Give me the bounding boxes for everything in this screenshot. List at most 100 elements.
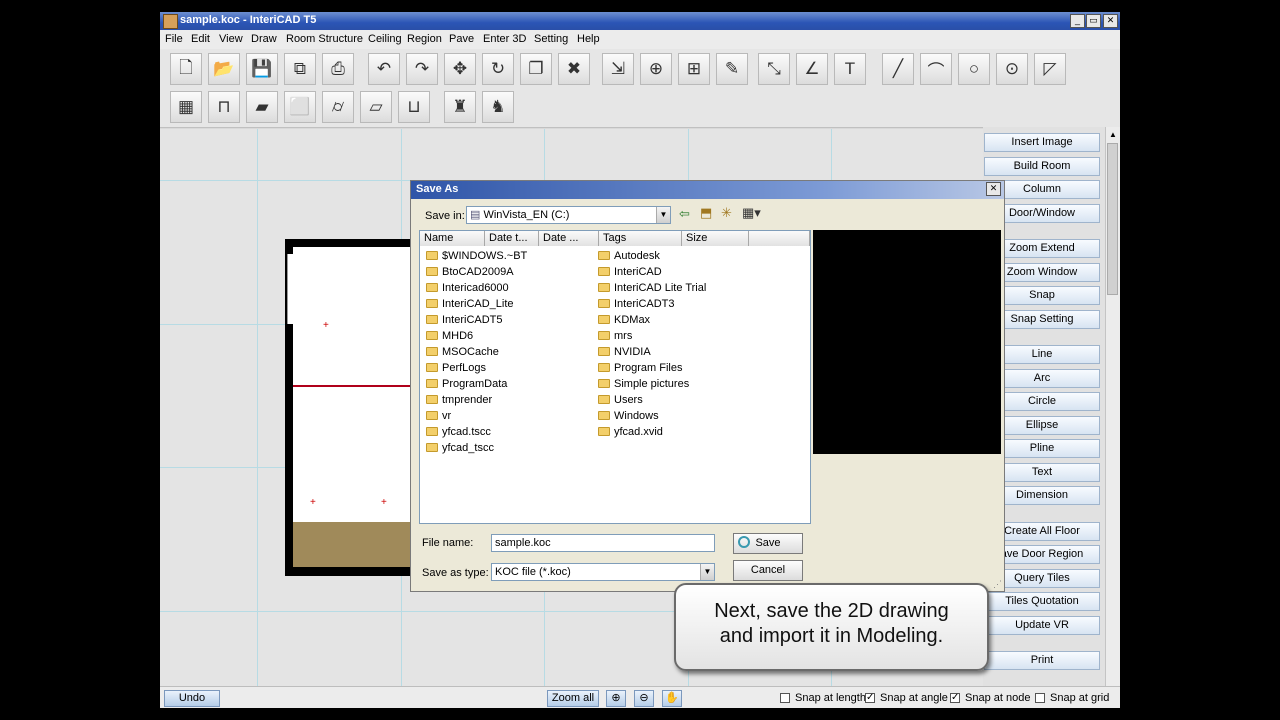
file-list-item[interactable]: Autodesk [598,248,706,264]
maximize-button[interactable]: ▭ [1086,14,1101,28]
column-header-tags[interactable]: Tags [599,231,682,246]
new-icon[interactable]: 🗋 [170,53,202,85]
menu-file[interactable]: File [165,33,183,45]
chevron-down-icon[interactable]: ▼ [656,207,670,223]
undo-icon[interactable]: ↶ [368,53,400,85]
circle-center-icon[interactable]: ⊙ [996,53,1028,85]
slab-icon[interactable]: ▰ [246,91,278,123]
file-list-item[interactable]: Users [598,392,706,408]
beam-icon[interactable]: ▱ [360,91,392,123]
menu-pave[interactable]: Pave [449,33,474,45]
measure-icon[interactable]: ⤡ [758,53,790,85]
menu-draw[interactable]: Draw [251,33,277,45]
right-panel-scrollbar[interactable]: ▲ [1105,127,1120,697]
save-icon[interactable]: 💾 [246,53,278,85]
delete-icon[interactable]: ✖ [558,53,590,85]
file-list-item[interactable]: BtoCAD2009A [426,264,527,280]
snap-checkbox-1[interactable] [780,693,790,703]
new-folder-icon[interactable]: ✳ [721,205,732,221]
import-icon[interactable]: ⇲ [602,53,634,85]
cylinder-icon[interactable]: ⌭ [322,91,354,123]
box-icon[interactable]: ⬜ [284,91,316,123]
floor-plan-room[interactable]: + + + [285,239,420,576]
panel-button-print[interactable]: Print [984,651,1100,670]
angle-icon[interactable]: ∠ [796,53,828,85]
print-icon[interactable]: ⎙ [322,53,354,85]
save-in-dropdown[interactable]: ▤ WinVista_EN (C:) ▼ [466,206,671,224]
file-list-item[interactable]: InteriCAD_Lite [426,296,527,312]
line-icon[interactable]: ╱ [882,53,914,85]
file-list[interactable]: Name Date t... Date ... Tags Size $WINDO… [419,230,811,524]
menu-ceiling[interactable]: Ceiling [368,33,402,45]
move-icon[interactable]: ✥ [444,53,476,85]
file-name-input[interactable]: sample.koc [491,534,715,552]
file-list-item[interactable]: Intericad6000 [426,280,527,296]
panel-button-update-vr[interactable]: Update VR [984,616,1100,635]
polyline-icon[interactable]: ◸ [1034,53,1066,85]
menu-help[interactable]: Help [577,33,600,45]
wall-icon[interactable]: ▦ [170,91,202,123]
file-list-item[interactable]: Windows [598,408,706,424]
menu-view[interactable]: View [219,33,243,45]
file-list-item[interactable]: MHD6 [426,328,527,344]
up-folder-icon[interactable]: ⬒ [700,205,712,221]
window-frame-icon[interactable]: ⊔ [398,91,430,123]
scroll-up-icon[interactable]: ▲ [1109,130,1117,139]
file-list-item[interactable]: InteriCADT5 [426,312,527,328]
file-list-item[interactable]: InteriCADT3 [598,296,706,312]
file-list-item[interactable]: yfcad_tscc [426,440,527,456]
doc-edit-icon[interactable]: ✎ [716,53,748,85]
panel-button-insert-image[interactable]: Insert Image [984,133,1100,152]
menu-edit[interactable]: Edit [191,33,210,45]
file-list-item[interactable]: InteriCAD Lite Trial [598,280,706,296]
dialog-close-button[interactable]: ✕ [986,182,1001,196]
close-button[interactable]: ✕ [1103,14,1118,28]
view-menu-icon[interactable]: ▦▾ [742,205,761,221]
column-header-name[interactable]: Name [420,231,485,246]
door-frame-icon[interactable]: ⊓ [208,91,240,123]
rotate-icon[interactable]: ↻ [482,53,514,85]
chair-icon[interactable]: ♞ [482,91,514,123]
arc-icon[interactable]: ⌒ [920,53,952,85]
menu-enter-3d[interactable]: Enter 3D [483,33,526,45]
file-list-item[interactable]: Simple pictures [598,376,706,392]
add-icon[interactable]: ⊕ [640,53,672,85]
panel-button-tiles-quotation[interactable]: Tiles Quotation [984,592,1100,611]
resize-grip-icon[interactable]: ⋰ [993,579,1002,590]
zoom-all-button[interactable]: Zoom all [547,690,599,707]
zoom-out-icon[interactable]: ⊖ [634,690,654,707]
file-list-item[interactable]: tmprender [426,392,527,408]
copy-window-icon[interactable]: ⧉ [284,53,316,85]
file-list-item[interactable]: $WINDOWS.~BT [426,248,527,264]
file-list-item[interactable]: yfcad.tscc [426,424,527,440]
file-list-item[interactable]: NVIDIA [598,344,706,360]
open-icon[interactable]: 📂 [208,53,240,85]
snap-checkbox-2[interactable]: ✓ [865,693,875,703]
column-header-date-taken[interactable]: Date t... [485,231,539,246]
chevron-down-icon[interactable]: ▼ [700,564,714,580]
file-list-item[interactable]: KDMax [598,312,706,328]
menu-setting[interactable]: Setting [534,33,568,45]
file-list-item[interactable]: mrs [598,328,706,344]
save-as-type-dropdown[interactable]: KOC file (*.koc) ▼ [491,563,715,581]
file-list-item[interactable]: Program Files [598,360,706,376]
file-list-item[interactable]: MSOCache [426,344,527,360]
redo-icon[interactable]: ↷ [406,53,438,85]
scrollbar-thumb[interactable] [1107,143,1118,295]
file-list-item[interactable]: yfcad.xvid [598,424,706,440]
file-list-item[interactable]: ProgramData [426,376,527,392]
snap-checkbox-4[interactable] [1035,693,1045,703]
zoom-in-icon[interactable]: ⊕ [606,690,626,707]
furniture-icon[interactable]: ♜ [444,91,476,123]
save-button[interactable]: Save [733,533,803,554]
minimize-button[interactable]: _ [1070,14,1085,28]
circle-icon[interactable]: ○ [958,53,990,85]
undo-button[interactable]: Undo [164,690,220,707]
text-icon[interactable]: T [834,53,866,85]
cancel-button[interactable]: Cancel [733,560,803,581]
menu-room-structure[interactable]: Room Structure [286,33,363,45]
file-list-item[interactable]: vr [426,408,527,424]
menu-region[interactable]: Region [407,33,442,45]
column-header-size[interactable]: Size [682,231,749,246]
copy-icon[interactable]: ❐ [520,53,552,85]
